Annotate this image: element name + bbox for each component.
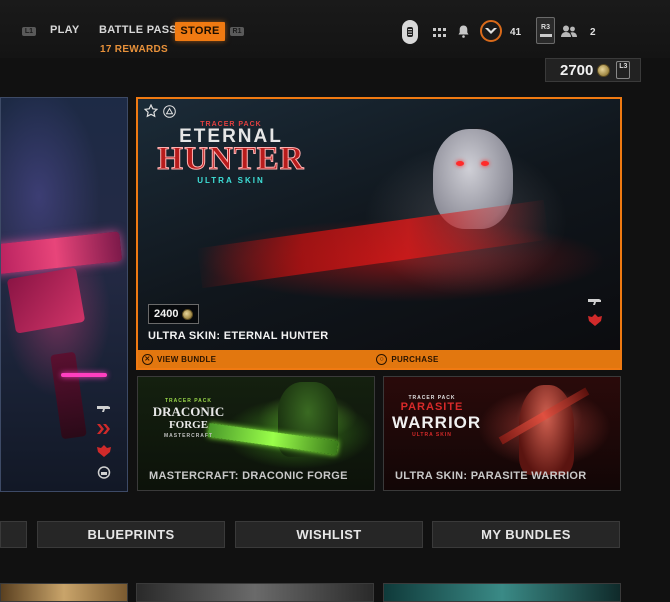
weapon-type-icon: [97, 402, 111, 414]
party-count: 2: [590, 27, 596, 38]
bundle-tile-partial[interactable]: [136, 583, 374, 602]
party-members-icon[interactable]: [561, 24, 577, 39]
notifications-bell-icon[interactable]: [457, 24, 470, 39]
view-bundle-label: VIEW BUNDLE: [157, 354, 217, 364]
controller-touchpad-icon[interactable]: [402, 20, 418, 44]
view-bundle-button[interactable]: ✕ VIEW BUNDLE: [142, 353, 217, 365]
l1-bumper-hint: L1: [22, 27, 36, 36]
tab-play[interactable]: PLAY: [50, 24, 80, 36]
tab-wishlist[interactable]: WISHLIST: [235, 521, 423, 548]
tile-title: ULTRA SKIN: PARASITE WARRIOR: [395, 470, 587, 482]
tile-logo-parasite: PARASITE: [400, 401, 464, 413]
featured-bundle-card[interactable]: TRACER PACK ETERNAL HUNTER ULTRA SKIN 24…: [136, 97, 622, 370]
cross-button-icon: ✕: [142, 353, 153, 365]
featured-bundle-title: ULTRA SKIN: ETERNAL HUNTER: [148, 330, 329, 342]
r3-bar-icon: [539, 34, 552, 37]
operator-eye-left: [456, 161, 464, 166]
favorite-star-icon[interactable]: [144, 104, 158, 118]
grid-menu-icon[interactable]: [432, 27, 446, 37]
cod-points-coin-icon: [182, 308, 194, 320]
top-navigation-bar: L1 PLAY BATTLE PASS 17 REWARDS STORE R1 …: [0, 0, 670, 58]
tile-logo-draconic: DRACONIC: [152, 404, 225, 419]
logo-hunter: HUNTER: [157, 141, 305, 178]
r3-button-hint[interactable]: R3: [536, 17, 555, 44]
tile-logo-forge: FORGE: [168, 419, 209, 431]
operator-skin-icon: [97, 445, 111, 457]
operator-eye-right: [481, 161, 489, 166]
featured-price: 2400: [154, 308, 179, 320]
featured-actions-bar: ✕ VIEW BUNDLE ○ PURCHASE: [138, 350, 620, 368]
tile-logo-warrior: WARRIOR: [392, 413, 482, 432]
bundle-tile-draconic-forge[interactable]: TRACER PACK DRACONIC FORGE MASTERCRAFT M…: [137, 376, 375, 491]
triangle-button-icon: [162, 104, 176, 118]
tab-blueprints[interactable]: BLUEPRINTS: [37, 521, 225, 548]
player-level: 41: [510, 27, 522, 38]
bundle-tile-parasite-warrior[interactable]: TRACER PACK PARASITE WARRIOR ULTRA SKIN …: [383, 376, 621, 491]
battle-pass-rewards-count: 17 REWARDS: [100, 44, 169, 55]
operator-skin-icon: [588, 314, 602, 326]
tab-battle-pass[interactable]: BATTLE PASS: [99, 24, 177, 36]
store-bundle-card-partial[interactable]: [0, 97, 128, 492]
featured-price-tag: 2400: [148, 304, 200, 324]
red-scarf-image: [196, 199, 550, 289]
circle-button-icon: ○: [376, 353, 388, 365]
tile-logo-mastercraft: MASTERCRAFT: [163, 433, 214, 439]
weapon-magazine-image: [50, 351, 87, 440]
cod-points-amount: 2700: [560, 61, 594, 79]
l3-button-hint: L3: [616, 61, 631, 79]
tab-my-bundles[interactable]: MY BUNDLES: [432, 521, 620, 548]
bottom-tab-partial[interactable]: [0, 521, 27, 548]
bundle-tile-partial[interactable]: [0, 583, 128, 602]
cod-points-coin-icon: [597, 63, 611, 77]
player-level-emblem-icon[interactable]: [480, 20, 502, 42]
tile-title: MASTERCRAFT: DRACONIC FORGE: [149, 470, 348, 482]
r3-label: R3: [541, 24, 550, 31]
tab-store[interactable]: STORE: [175, 22, 225, 41]
tile-logo-ultra-skin: ULTRA SKIN: [412, 432, 452, 438]
bundle-tile-partial[interactable]: [383, 583, 621, 602]
logo-ultra-skin: ULTRA SKIN: [197, 176, 265, 185]
weapon-type-icon: [588, 295, 602, 307]
weapon-body-image: [6, 267, 86, 334]
weapon-blueprint-image: [1, 231, 123, 275]
r1-bumper-hint: R1: [230, 27, 244, 36]
weapon-glow-accent: [61, 373, 107, 377]
purchase-label: PURCHASE: [391, 354, 439, 364]
vehicle-icon: [97, 465, 111, 479]
purchase-button[interactable]: ○ PURCHASE: [376, 353, 439, 365]
cod-points-balance[interactable]: 2700 L3: [545, 58, 641, 82]
tracer-chevrons-icon: [97, 423, 111, 435]
